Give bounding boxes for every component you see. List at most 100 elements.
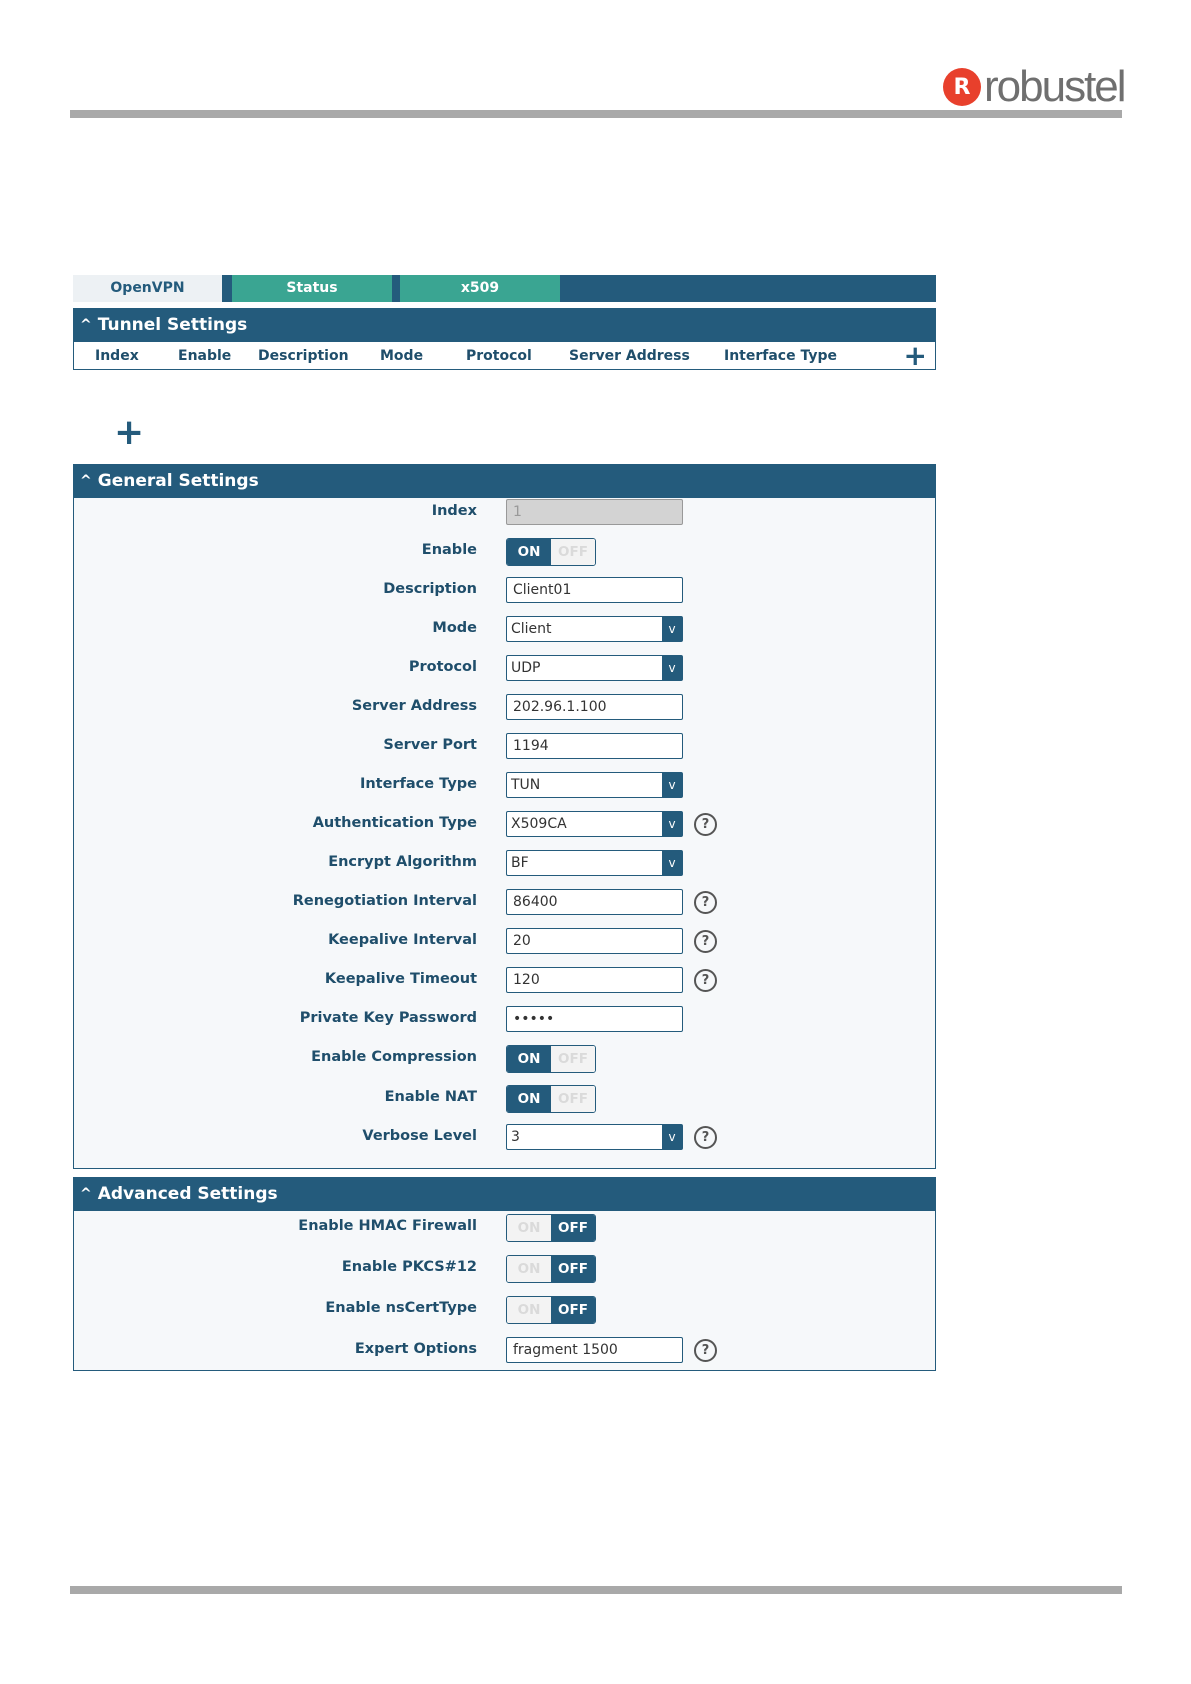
toggle-off: OFF [551, 1215, 595, 1241]
brand-name: robustel [984, 62, 1127, 111]
chevron-down-icon: v [662, 773, 682, 797]
renegotiation-row: Renegotiation Interval 86400 ? [74, 889, 935, 917]
encrypt-row: Encrypt Algorithm BF v [74, 850, 935, 878]
verbose-level-value: 3 [511, 1129, 520, 1145]
encrypt-label: Encrypt Algorithm [328, 854, 477, 870]
keepalive-timeout-label: Keepalive Timeout [324, 971, 477, 987]
tunnel-settings-panel: ^ Tunnel Settings Index Enable Descripti… [73, 308, 936, 370]
toggle-off: OFF [551, 539, 595, 565]
keepalive-interval-row: Keepalive Interval 20 ? [74, 928, 935, 956]
help-icon[interactable]: ? [694, 891, 717, 914]
chevron-down-icon: v [662, 1125, 682, 1149]
help-icon[interactable]: ? [694, 930, 717, 953]
interface-type-row: Interface Type TUN v [74, 772, 935, 800]
general-settings-panel: ^ General Settings Index 1 Enable ON OFF… [73, 464, 936, 1169]
keepalive-interval-field[interactable]: 20 [506, 928, 683, 954]
keepalive-timeout-field[interactable]: 120 [506, 967, 683, 993]
help-icon[interactable]: ? [694, 813, 717, 836]
tunnel-table-header: Index Enable Description Mode Protocol S… [74, 342, 935, 370]
keepalive-timeout-row: Keepalive Timeout 120 ? [74, 967, 935, 995]
private-key-password-row: Private Key Password ••••• [74, 1006, 935, 1034]
robustel-logo-icon: R [943, 68, 981, 106]
tab-openvpn[interactable]: OpenVPN [73, 275, 222, 302]
toggle-off: OFF [551, 1046, 595, 1072]
index-label: Index [431, 503, 477, 519]
server-address-label: Server Address [351, 698, 477, 714]
expert-options-label: Expert Options [354, 1341, 477, 1357]
toggle-off: OFF [551, 1086, 595, 1112]
nscerttype-toggle[interactable]: ON OFF [506, 1296, 596, 1324]
toggle-on: ON [507, 1215, 551, 1241]
server-address-row: Server Address 202.96.1.100 [74, 694, 935, 722]
robustel-logo: R robustel [943, 62, 1127, 111]
toggle-on: ON [507, 1297, 551, 1323]
advanced-settings-title: Advanced Settings [97, 1184, 278, 1204]
keepalive-interval-label: Keepalive Interval [328, 932, 477, 948]
general-settings-header[interactable]: ^ General Settings [74, 464, 935, 498]
hmac-toggle[interactable]: ON OFF [506, 1214, 596, 1242]
help-icon[interactable]: ? [694, 969, 717, 992]
mode-label: Mode [432, 620, 477, 636]
private-key-password-label: Private Key Password [299, 1010, 477, 1026]
chevron-up-icon: ^ [80, 1186, 92, 1202]
tab-x509[interactable]: x509 [400, 275, 560, 302]
nscerttype-row: Enable nsCertType ON OFF [74, 1296, 935, 1324]
add-tunnel-icon[interactable]: + [904, 342, 927, 370]
mode-row: Mode Client v [74, 616, 935, 644]
column-index: Index [95, 348, 139, 364]
encrypt-select[interactable]: BF v [506, 850, 683, 876]
expert-options-field[interactable]: fragment 1500 [506, 1337, 683, 1363]
enable-compression-toggle[interactable]: ON OFF [506, 1045, 596, 1073]
column-enable: Enable [178, 348, 232, 364]
protocol-select[interactable]: UDP v [506, 655, 683, 681]
encrypt-value: BF [511, 855, 529, 871]
hmac-row: Enable HMAC Firewall ON OFF [74, 1214, 935, 1242]
toggle-on: ON [507, 1086, 551, 1112]
advanced-settings-panel: ^ Advanced Settings Enable HMAC Firewall… [73, 1177, 936, 1371]
server-port-field[interactable]: 1194 [506, 733, 683, 759]
help-icon[interactable]: ? [694, 1126, 717, 1149]
description-row: Description Client01 [74, 577, 935, 605]
footer-divider [70, 1586, 1122, 1594]
enable-toggle[interactable]: ON OFF [506, 538, 596, 566]
interface-type-value: TUN [511, 777, 541, 793]
advanced-settings-header[interactable]: ^ Advanced Settings [74, 1177, 935, 1211]
pkcs12-row: Enable PKCS#12 ON OFF [74, 1255, 935, 1283]
renegotiation-field[interactable]: 86400 [506, 889, 683, 915]
chevron-down-icon: v [662, 812, 682, 836]
tab-status[interactable]: Status [232, 275, 392, 302]
add-icon[interactable]: + [114, 415, 144, 451]
chevron-down-icon: v [662, 617, 682, 641]
toggle-off: OFF [551, 1297, 595, 1323]
expert-options-row: Expert Options fragment 1500 ? [74, 1337, 935, 1365]
chevron-down-icon: v [662, 656, 682, 680]
chevron-up-icon: ^ [80, 473, 92, 489]
auth-type-select[interactable]: X509CA v [506, 811, 683, 837]
header-divider [70, 110, 1122, 118]
pkcs12-toggle[interactable]: ON OFF [506, 1255, 596, 1283]
description-field[interactable]: Client01 [506, 577, 683, 603]
mode-value: Client [511, 621, 552, 637]
column-description: Description [258, 348, 349, 364]
verbose-level-label: Verbose Level [362, 1128, 477, 1144]
renegotiation-label: Renegotiation Interval [292, 893, 477, 909]
help-icon[interactable]: ? [694, 1339, 717, 1362]
server-port-label: Server Port [383, 737, 477, 753]
column-interface-type: Interface Type [724, 348, 838, 364]
enable-nat-label: Enable NAT [384, 1089, 477, 1105]
auth-type-value: X509CA [511, 816, 567, 832]
enable-compression-label: Enable Compression [311, 1049, 477, 1065]
private-key-password-field[interactable]: ••••• [506, 1006, 683, 1032]
server-address-field[interactable]: 202.96.1.100 [506, 694, 683, 720]
tunnel-settings-header[interactable]: ^ Tunnel Settings [74, 308, 935, 342]
enable-nat-toggle[interactable]: ON OFF [506, 1085, 596, 1113]
interface-type-select[interactable]: TUN v [506, 772, 683, 798]
index-field: 1 [506, 499, 683, 525]
server-port-row: Server Port 1194 [74, 733, 935, 761]
auth-type-row: Authentication Type X509CA v ? [74, 811, 935, 839]
pkcs12-label: Enable PKCS#12 [341, 1259, 477, 1275]
auth-type-label: Authentication Type [312, 815, 477, 831]
mode-select[interactable]: Client v [506, 616, 683, 642]
verbose-level-select[interactable]: 3 v [506, 1124, 683, 1150]
protocol-value: UDP [511, 660, 541, 676]
